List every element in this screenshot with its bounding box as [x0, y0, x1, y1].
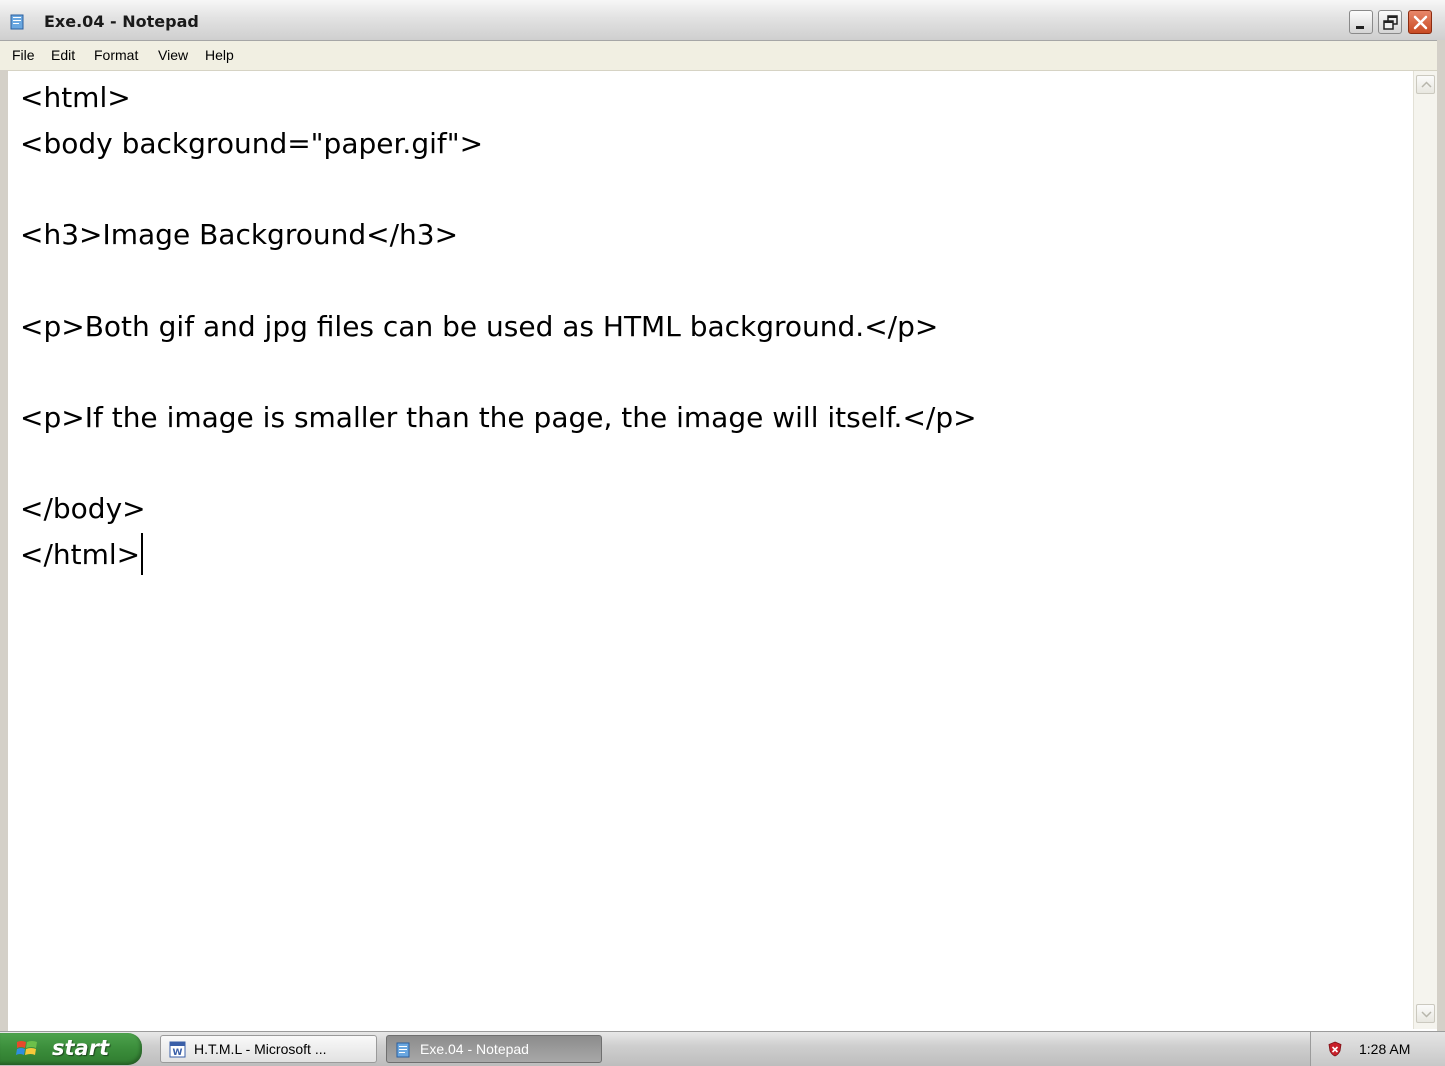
code-line: <h3>Image Background</h3>: [20, 218, 459, 251]
code-line: <body background="paper.gif">: [20, 127, 484, 160]
start-label: start: [52, 1036, 110, 1060]
close-icon: [1413, 15, 1428, 30]
minimize-icon: [1356, 26, 1364, 29]
menu-file[interactable]: File: [12, 47, 35, 63]
window-title: Exe.04 - Notepad: [44, 12, 199, 31]
code-line: <p>If the image is smaller than the page…: [20, 401, 977, 434]
scroll-up-button[interactable]: [1416, 75, 1435, 94]
menu-format[interactable]: Format: [94, 47, 138, 63]
code-line: </body>: [20, 492, 146, 525]
word-document-icon: W: [169, 1041, 186, 1058]
svg-text:W: W: [173, 1048, 183, 1058]
minimize-button[interactable]: [1349, 10, 1373, 34]
taskbar-button-word[interactable]: W H.T.M.L - Microsoft ...: [160, 1035, 377, 1063]
windows-logo-icon: [16, 1041, 37, 1055]
text-editor-area[interactable]: <html> <body background="paper.gif"> <h3…: [8, 71, 1413, 1031]
taskbar-button-label: H.T.M.L - Microsoft ...: [194, 1041, 327, 1057]
vertical-scrollbar[interactable]: [1413, 71, 1437, 1029]
chevron-down-icon: [1421, 1011, 1432, 1018]
menu-edit[interactable]: Edit: [51, 47, 75, 63]
window-border-right: [1437, 40, 1445, 1031]
restore-button[interactable]: [1378, 10, 1402, 34]
scroll-down-button[interactable]: [1416, 1004, 1435, 1023]
title-bar[interactable]: Exe.04 - Notepad: [0, 0, 1445, 41]
taskbar-button-label: Exe.04 - Notepad: [420, 1041, 529, 1057]
clock[interactable]: 1:28 AM: [1359, 1041, 1410, 1057]
code-line: <html>: [20, 81, 131, 114]
window-border-left: [0, 70, 8, 1031]
menu-view[interactable]: View: [158, 47, 188, 63]
notepad-icon: [10, 14, 24, 30]
start-button[interactable]: start: [0, 1033, 142, 1065]
notepad-icon: [396, 1042, 410, 1058]
text-caret: [141, 533, 143, 575]
notepad-window: Exe.04 - Notepad File Edit Format View H…: [0, 0, 1445, 1031]
close-button[interactable]: [1408, 10, 1432, 34]
taskbar-button-notepad[interactable]: Exe.04 - Notepad: [386, 1035, 602, 1063]
restore-icon: [1383, 15, 1398, 30]
menu-bar: File Edit Format View Help: [0, 41, 1445, 71]
security-shield-icon[interactable]: [1327, 1041, 1343, 1057]
taskbar: start W H.T.M.L - Microsoft ... Exe.04 -…: [0, 1031, 1445, 1066]
code-line: </html>: [20, 538, 141, 571]
code-line: <p>Both gif and jpg files can be used as…: [20, 310, 939, 343]
chevron-up-icon: [1421, 81, 1432, 88]
system-tray: 1:28 AM: [1310, 1032, 1445, 1066]
menu-help[interactable]: Help: [205, 47, 234, 63]
